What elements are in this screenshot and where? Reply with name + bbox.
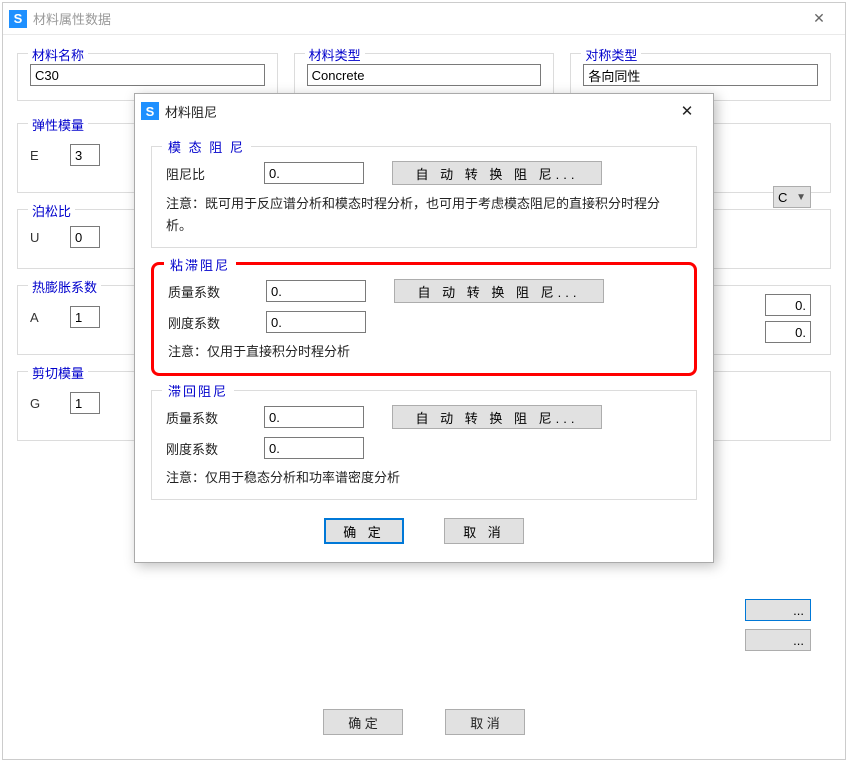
shear-legend: 剪切模量 <box>28 363 88 382</box>
poisson-label: U <box>30 230 60 245</box>
damping-ratio-label: 阻尼比 <box>166 164 256 183</box>
viscous-note: 注意：仅用于直接积分时程分析 <box>168 341 680 363</box>
back-titlebar: S 材料属性数据 ✕ <box>3 3 845 35</box>
back-ok-button[interactable]: 确 定 <box>323 709 403 735</box>
material-damping-dialog: S 材料阻尼 ✕ 模 态 阻 尼 阻尼比 自 动 转 换 阻 尼... 注意：既… <box>134 93 714 563</box>
modal-damping-legend: 模 态 阻 尼 <box>162 137 251 156</box>
hysteretic-stiff-input[interactable] <box>264 437 364 459</box>
material-type-legend: 材料类型 <box>305 45 365 64</box>
front-ok-button[interactable]: 确 定 <box>324 518 404 544</box>
right-stub-input-2[interactable]: 0. <box>765 321 811 343</box>
blue-stub-button[interactable]: ... <box>745 599 811 621</box>
close-icon[interactable]: ✕ <box>667 96 707 126</box>
hysteretic-stiff-label: 刚度系数 <box>166 439 256 458</box>
elastic-input[interactable] <box>70 144 100 166</box>
app-icon: S <box>9 10 27 28</box>
front-window-title: 材料阻尼 <box>165 102 667 121</box>
viscous-auto-convert-button[interactable]: 自 动 转 换 阻 尼... <box>394 279 604 303</box>
material-name-input[interactable] <box>30 64 265 86</box>
hysteretic-damping-legend: 滞回阻尼 <box>162 381 234 400</box>
hysteretic-damping-group: 滞回阻尼 质量系数 自 动 转 换 阻 尼... 刚度系数 注意：仅用于稳态分析… <box>151 390 697 500</box>
viscous-damping-legend: 粘滞阻尼 <box>164 255 236 274</box>
hysteretic-note: 注意：仅用于稳态分析和功率谱密度分析 <box>166 467 682 489</box>
modal-note: 注意：既可用于反应谱分析和模态时程分析，也可用于考虑模态阻尼的直接积分时程分析。 <box>166 193 682 237</box>
front-titlebar: S 材料阻尼 ✕ <box>135 94 713 128</box>
material-type-input[interactable] <box>307 64 542 86</box>
front-body: 模 态 阻 尼 阻尼比 自 动 转 换 阻 尼... 注意：既可用于反应谱分析和… <box>135 128 713 562</box>
close-icon[interactable]: ✕ <box>799 4 839 34</box>
gray-stub-button[interactable]: ... <box>745 629 811 651</box>
viscous-stiff-label: 刚度系数 <box>168 313 258 332</box>
front-button-row: 确 定 取 消 <box>151 518 697 544</box>
poisson-input[interactable] <box>70 226 100 248</box>
material-name-legend: 材料名称 <box>28 45 88 64</box>
elastic-label: E <box>30 148 60 163</box>
viscous-stiff-input[interactable] <box>266 311 366 333</box>
unit-combo[interactable]: C ▼ <box>773 186 811 208</box>
hysteretic-auto-convert-button[interactable]: 自 动 转 换 阻 尼... <box>392 405 602 429</box>
modal-auto-convert-button[interactable]: 自 动 转 换 阻 尼... <box>392 161 602 185</box>
app-icon: S <box>141 102 159 120</box>
poisson-legend: 泊松比 <box>28 201 75 220</box>
viscous-mass-label: 质量系数 <box>168 282 258 301</box>
thermal-input[interactable] <box>70 306 100 328</box>
back-window-title: 材料属性数据 <box>33 9 799 28</box>
right-stub-input-1[interactable]: 0. <box>765 294 811 316</box>
hysteretic-mass-input[interactable] <box>264 406 364 428</box>
thermal-legend: 热膨胀系数 <box>28 277 101 296</box>
front-cancel-button[interactable]: 取 消 <box>444 518 524 544</box>
shear-input[interactable] <box>70 392 100 414</box>
symmetry-type-legend: 对称类型 <box>581 45 641 64</box>
modal-damping-group: 模 态 阻 尼 阻尼比 自 动 转 换 阻 尼... 注意：既可用于反应谱分析和… <box>151 146 697 248</box>
back-cancel-button[interactable]: 取 消 <box>445 709 525 735</box>
damping-ratio-input[interactable] <box>264 162 364 184</box>
unit-combo-value: C <box>778 190 787 205</box>
thermal-label: A <box>30 310 60 325</box>
viscous-mass-input[interactable] <box>266 280 366 302</box>
symmetry-type-input[interactable] <box>583 64 818 86</box>
shear-label: G <box>30 396 60 411</box>
back-button-row: 确 定 取 消 <box>3 709 845 735</box>
chevron-down-icon: ▼ <box>796 192 806 203</box>
elastic-legend: 弹性模量 <box>28 115 88 134</box>
viscous-damping-group: 粘滞阻尼 质量系数 自 动 转 换 阻 尼... 刚度系数 注意：仅用于直接积分… <box>151 262 697 376</box>
hysteretic-mass-label: 质量系数 <box>166 408 256 427</box>
